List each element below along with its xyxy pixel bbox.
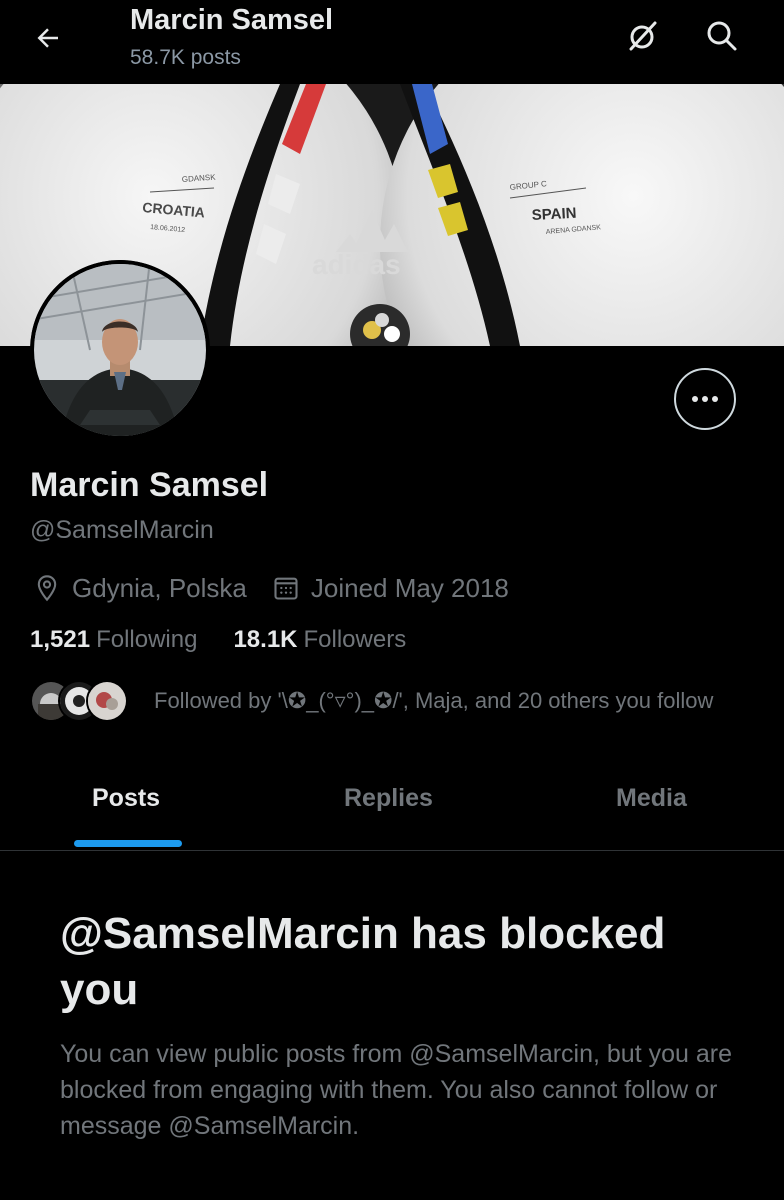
active-tab-indicator	[74, 840, 182, 847]
profile-tabs: Posts Replies Media	[0, 770, 784, 851]
search-button[interactable]	[700, 14, 744, 58]
search-icon	[707, 21, 737, 51]
location-icon	[30, 571, 64, 605]
followers-label: Followers	[303, 626, 407, 653]
grok-button[interactable]	[620, 14, 664, 58]
calendar-icon	[269, 571, 303, 605]
profile-display-name: Marcin Samsel	[30, 466, 269, 504]
top-bar: Marcin Samsel 58.7K posts	[0, 0, 784, 84]
more-dot	[702, 396, 708, 402]
following-label: Following	[96, 626, 198, 653]
followed-by-row[interactable]: Followed by '\✪_(°▿°)_✪/', Maja, and 20 …	[30, 680, 713, 722]
banner-brand: adidas	[312, 249, 401, 280]
tab-replies[interactable]: Replies	[344, 784, 433, 813]
followers-count: 18.1K	[233, 626, 298, 653]
back-button[interactable]	[26, 18, 70, 58]
arrow-left-icon	[37, 28, 58, 48]
header-posts-count: 58.7K posts	[130, 46, 241, 69]
follower-avatar	[86, 680, 128, 722]
grok-slash-icon	[629, 21, 657, 51]
profile-handle: @SamselMarcin	[30, 516, 214, 544]
following-count: 1,521	[30, 626, 91, 653]
following-link[interactable]: 1,521 Following	[30, 626, 197, 654]
avatar-image	[30, 260, 210, 440]
blocked-title: @SamselMarcin has blocked you	[60, 909, 666, 1014]
profile-location: Gdynia, Polska	[72, 572, 247, 603]
more-dot	[692, 396, 698, 402]
followed-by-text: Followed by '\✪_(°▿°)_✪/', Maja, and 20 …	[154, 688, 714, 713]
more-options-button[interactable]	[674, 368, 736, 430]
header-name: Marcin Samsel	[130, 4, 334, 36]
banner-right-team: SPAIN	[531, 205, 577, 224]
blocked-message: You can view public posts from @SamselMa…	[60, 1040, 732, 1140]
followers-link[interactable]: 18.1K Followers	[233, 626, 406, 654]
tab-posts[interactable]: Posts	[92, 784, 160, 813]
profile-joined: Joined May 2018	[310, 572, 509, 603]
profile-avatar[interactable]	[30, 260, 210, 440]
more-dot	[712, 396, 718, 402]
profile-stats: 1,521 Following 18.1K Followers	[30, 626, 406, 654]
tab-media[interactable]: Media	[616, 784, 687, 813]
profile-meta: Gdynia, Polska Joined May 2018	[30, 568, 509, 608]
